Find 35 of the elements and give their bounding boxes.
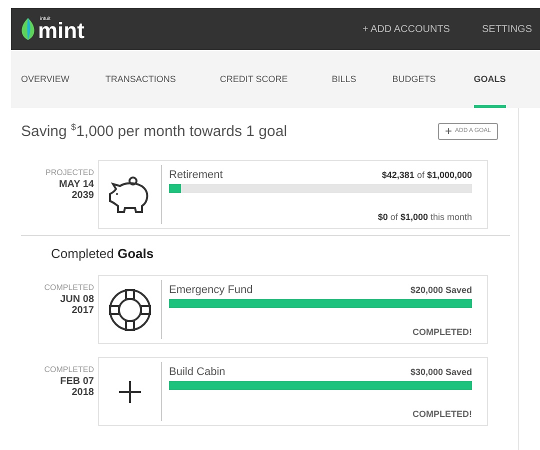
goal-date: FEB 07 xyxy=(59,376,94,387)
goal-year: 2039 xyxy=(70,190,94,201)
goal-name: Build Cabin xyxy=(169,366,226,378)
lifebuoy-icon xyxy=(108,288,152,332)
goal-name: Emergency Fund xyxy=(169,284,253,296)
goal-card[interactable]: Build Cabin $30,000 Saved COMPLETED! xyxy=(98,357,488,426)
goal-footer-text: COMPLETED! xyxy=(412,409,472,419)
goal-status: COMPLETED xyxy=(43,365,94,374)
nav-tab[interactable]: TRANSACTIONS xyxy=(105,50,176,108)
nav-tab[interactable]: BUDGETS xyxy=(392,50,436,108)
goal-footer-text: $0 of $1,000 this month xyxy=(378,212,472,222)
plus-icon xyxy=(118,380,142,404)
nav-tab[interactable]: OVERVIEW xyxy=(21,50,70,108)
leaf-logo-icon xyxy=(21,18,35,40)
header-link[interactable]: SETTINGS xyxy=(482,24,532,34)
goal-year: 2018 xyxy=(70,387,94,398)
goal-amount: $30,000 Saved xyxy=(410,367,472,377)
goal-status: PROJECTED xyxy=(44,168,94,177)
header-link[interactable]: + ADD ACCOUNTS xyxy=(362,24,450,34)
goal-amount: $20,000 Saved xyxy=(410,285,472,295)
goal-status: COMPLETED xyxy=(43,283,94,292)
goal-amount: $42,381 of $1,000,000 xyxy=(382,170,472,180)
logo-text: mint xyxy=(38,20,84,42)
goal-date: JUN 08 xyxy=(59,294,94,305)
section-heading: Completed Goals xyxy=(51,246,155,261)
nav-tab[interactable]: CREDIT SCORE xyxy=(220,50,288,108)
savings-summary: Saving $^{$}$1,000 per month towards 1 goal xyxy=(21,122,288,140)
goal-footer-text: COMPLETED! xyxy=(412,327,472,337)
nav-tab[interactable]: BILLS xyxy=(332,50,356,108)
goal-date: MAY 14 xyxy=(58,179,94,190)
goal-card[interactable]: Retirement $42,381 of $1,000,000 $0 of $1,000 this month xyxy=(98,160,488,229)
goal-card[interactable]: Emergency Fund $20,000 Saved COMPLETED! xyxy=(98,275,488,344)
nav-tab[interactable]: GOALS xyxy=(474,50,506,108)
goal-year: 2017 xyxy=(70,305,94,316)
goal-name: Retirement xyxy=(169,169,223,181)
